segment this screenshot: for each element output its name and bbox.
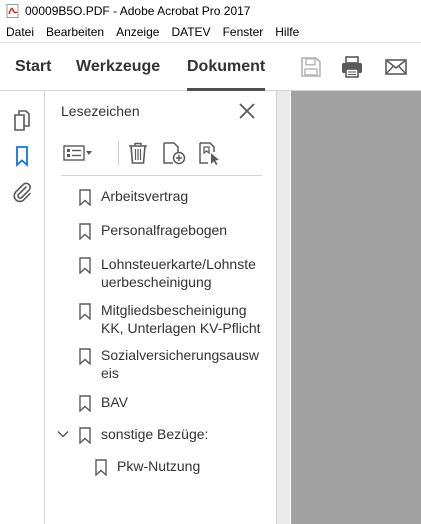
tab-dokument[interactable]: Dokument: [187, 43, 266, 91]
menu-bar: Datei Bearbeiten Anzeige DATEV Fenster H…: [0, 22, 421, 43]
panel-title: Lesezeichen: [61, 103, 140, 119]
document-area: [276, 91, 421, 524]
toolbar-separator: [118, 141, 119, 165]
bookmark-icon: [79, 303, 91, 320]
menu-fenster[interactable]: Fenster: [217, 22, 270, 42]
mail-icon[interactable]: [384, 55, 408, 79]
new-bookmark-icon[interactable]: [161, 141, 187, 165]
delete-icon[interactable]: [127, 141, 149, 165]
tab-werkzeuge[interactable]: Werkzeuge: [76, 43, 160, 90]
bookmark-icon: [79, 427, 91, 444]
bookmark-label: Lohnsteuerkarte/Lohnste uerbescheinigung: [101, 256, 256, 290]
window-title: 00009B5O.PDF - Adobe Acrobat Pro 2017: [25, 4, 251, 18]
menu-datev[interactable]: DATEV: [165, 22, 216, 42]
main-toolbar: Start Werkzeuge Dokument: [0, 43, 421, 91]
menu-anzeige[interactable]: Anzeige: [110, 22, 165, 42]
menu-hilfe[interactable]: Hilfe: [269, 22, 305, 42]
bookmark-icon: [79, 257, 91, 274]
navigation-rail: [0, 91, 45, 524]
bookmark-label: BAV: [101, 394, 128, 410]
bookmark-icon: [95, 459, 107, 476]
title-bar: 00009B5O.PDF - Adobe Acrobat Pro 2017: [0, 0, 421, 22]
menu-datei[interactable]: Datei: [0, 22, 40, 42]
attachment-icon[interactable]: [10, 180, 34, 204]
bookmark-label: Sozialversicherungsausw eis: [101, 347, 259, 381]
save-icon[interactable]: [299, 55, 323, 79]
bookmark-icon: [79, 223, 91, 240]
pages-icon[interactable]: [10, 108, 34, 132]
close-icon[interactable]: [237, 101, 257, 121]
chevron-down-icon[interactable]: [57, 428, 69, 440]
options-icon[interactable]: [63, 141, 93, 165]
bookmark-icon: [79, 395, 91, 412]
bookmark-label: sonstige Bezüge:: [101, 426, 209, 442]
bookmark-icon: [79, 348, 91, 365]
bookmark-label: Arbeitsvertrag: [101, 188, 189, 204]
print-icon[interactable]: [340, 55, 364, 79]
document-canvas[interactable]: [291, 91, 421, 524]
bookmark-from-structure-icon[interactable]: [197, 141, 223, 165]
bookmarks-toolbar: [61, 141, 261, 165]
acrobat-pdf-icon: [6, 4, 19, 18]
panel-splitter[interactable]: [277, 91, 290, 524]
menu-bearbeiten[interactable]: Bearbeiten: [40, 22, 110, 42]
tab-start[interactable]: Start: [15, 43, 51, 90]
bookmark-label: Personalfragebogen: [101, 222, 228, 238]
bookmark-icon[interactable]: [10, 144, 34, 168]
bookmark-label: Pkw-Nutzung: [117, 458, 201, 474]
bookmark-icon: [79, 189, 91, 206]
bookmarks-panel: Lesezeichen Arbeitsvertrag Personalfrage…: [45, 91, 275, 524]
panel-divider: [61, 175, 262, 176]
bookmark-label: Mitgliedsbescheinigung KK, Unterlagen KV…: [101, 302, 261, 336]
